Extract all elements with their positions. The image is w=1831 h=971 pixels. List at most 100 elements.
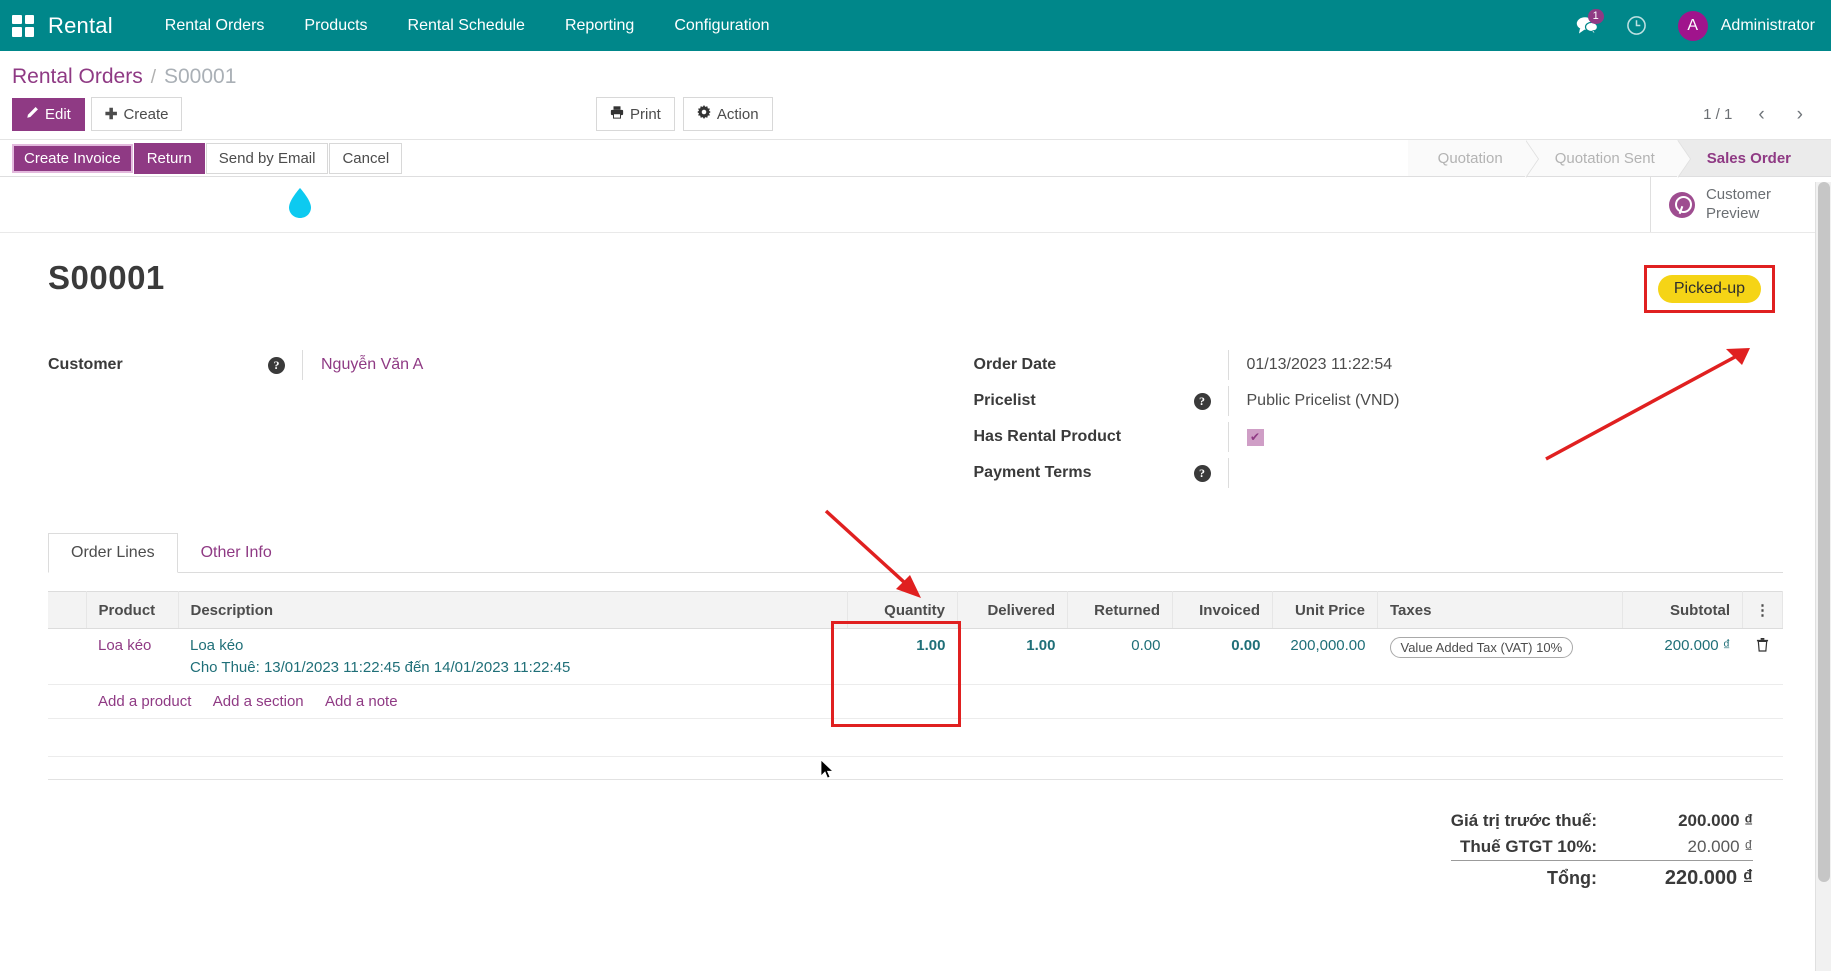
col-optional-fields-toggle[interactable]: ⋮ [1742, 591, 1783, 629]
totals-separator [48, 779, 1783, 780]
control-panel-center: Print Action [596, 97, 773, 131]
col-invoiced[interactable]: Invoiced [1172, 591, 1273, 629]
add-links-spacer [48, 684, 86, 719]
row-returned[interactable]: 0.00 [1067, 628, 1173, 685]
customer-preview-stat-button[interactable]: Customer Preview [1649, 177, 1797, 232]
nav-item-rental-orders[interactable]: Rental Orders [145, 0, 285, 51]
notebook-tabs: Order Lines Other Info [48, 533, 1783, 573]
has-rental-product-row: Has Rental Product ✔ [974, 419, 1784, 455]
col-unit-price[interactable]: Unit Price [1272, 591, 1378, 629]
stat-button-box: Customer Preview [0, 177, 1831, 233]
row-quantity[interactable]: 1.00 [847, 628, 958, 685]
breadcrumb-root-rental-orders[interactable]: Rental Orders [12, 65, 143, 89]
add-a-note-link[interactable]: Add a note [325, 693, 398, 710]
statusbar: Create Invoice Return Send by Email Canc… [0, 139, 1831, 178]
payment-terms-field[interactable] [1227, 458, 1784, 488]
return-button[interactable]: Return [133, 142, 205, 174]
has-rental-product-checkbox[interactable]: ✔ [1246, 428, 1264, 446]
row-description-rental-period: Cho Thuê: 13/01/2023 11:22:45 đến 14/01/… [190, 659, 571, 676]
row-description[interactable]: Loa kéo Cho Thuê: 13/01/2023 11:22:45 đế… [178, 628, 848, 685]
row-delivered[interactable]: 1.00 [957, 628, 1068, 685]
chevron-right-icon[interactable]: › [1791, 105, 1809, 124]
add-a-section-link[interactable]: Add a section [213, 693, 304, 710]
create-button[interactable]: ✚ Create [90, 97, 183, 131]
question-mark-icon[interactable]: ? [268, 356, 285, 374]
trash-icon[interactable] [1756, 638, 1769, 656]
statusbar-buttons: Create Invoice Return Send by Email Canc… [0, 140, 403, 176]
nav-item-products[interactable]: Products [284, 0, 387, 51]
odoo-drop-logo-icon [287, 187, 313, 219]
row-handle[interactable] [48, 628, 86, 685]
order-lines-header-row: Product Description Quantity Delivered R… [48, 591, 1783, 629]
statusbar-stages: Quotation Quotation Sent Sales Order [1407, 140, 1831, 178]
vertical-scrollbar[interactable] [1815, 182, 1831, 971]
table-row[interactable]: Loa kéo Loa kéo Cho Thuê: 13/01/2023 11:… [48, 628, 1783, 685]
row-invoiced[interactable]: 0.00 [1172, 628, 1273, 685]
col-quantity[interactable]: Quantity [847, 591, 958, 629]
col-returned[interactable]: Returned [1067, 591, 1173, 629]
totals-subtotal-value: 200.000 ₫ [1678, 811, 1753, 830]
vertical-scrollbar-thumb[interactable] [1818, 182, 1830, 882]
col-description[interactable]: Description [178, 591, 848, 629]
record-title-row: S00001 Picked-up [48, 259, 1783, 313]
clock-icon[interactable] [1614, 0, 1660, 51]
payment-terms-row: Payment Terms ? [974, 455, 1784, 491]
pricelist-field[interactable]: Public Pricelist (VND) [1227, 386, 1784, 416]
nav-item-configuration[interactable]: Configuration [654, 0, 789, 51]
messages-icon[interactable]: 1 [1564, 0, 1610, 51]
app-brand-rental[interactable]: Rental [48, 13, 113, 39]
globe-icon [1668, 191, 1695, 218]
col-delivered[interactable]: Delivered [957, 591, 1068, 629]
page-title: S00001 [48, 259, 165, 296]
plus-icon: ✚ [104, 106, 118, 123]
form-column-left: Customer ? Nguyễn Văn A [48, 347, 916, 491]
control-panel-left: Edit ✚ Create [12, 97, 183, 131]
stage-sales-order[interactable]: Sales Order [1676, 140, 1831, 176]
stage-quotation-sent[interactable]: Quotation Sent [1524, 140, 1691, 178]
row-delete-cell[interactable] [1742, 628, 1783, 685]
send-by-email-button[interactable]: Send by Email [205, 142, 329, 174]
pager-counter: 1 / 1 [1703, 105, 1733, 123]
tab-other-info[interactable]: Other Info [178, 533, 295, 573]
edit-button[interactable]: Edit [12, 97, 85, 131]
avatar[interactable]: A [1677, 10, 1708, 41]
pricelist-label: Pricelist [973, 392, 1036, 409]
pricelist-help: ? [1193, 392, 1228, 410]
chevron-left-icon[interactable]: ‹ [1752, 105, 1770, 124]
nav-item-rental-schedule[interactable]: Rental Schedule [388, 0, 545, 51]
order-date-field[interactable]: 01/13/2023 11:22:54 [1227, 350, 1784, 380]
row-description-main: Loa kéo [190, 637, 244, 654]
add-a-product-link[interactable]: Add a product [98, 693, 191, 710]
question-mark-icon[interactable]: ? [1193, 392, 1211, 410]
action-button-label: Action [716, 105, 759, 123]
row-taxes[interactable]: Value Added Tax (VAT) 10% [1377, 628, 1623, 685]
stage-quotation[interactable]: Quotation [1407, 140, 1539, 178]
totals-tax-row: Thuế GTGT 10%: 20.000 ₫ [1451, 834, 1753, 861]
create-invoice-button[interactable]: Create Invoice [12, 143, 133, 173]
user-menu-administrator[interactable]: Administrator [1721, 17, 1815, 35]
cancel-button[interactable]: Cancel [329, 142, 403, 174]
row-product[interactable]: Loa kéo [86, 628, 178, 685]
edit-button-label: Edit [45, 105, 71, 123]
customer-field[interactable]: Nguyễn Văn A [302, 350, 916, 380]
col-product[interactable]: Product [86, 591, 179, 629]
print-button[interactable]: Print [596, 97, 675, 131]
tab-order-lines[interactable]: Order Lines [48, 533, 178, 573]
messages-count-badge: 1 [1587, 9, 1604, 24]
totals-tax-label: Thuế GTGT 10%: [1460, 837, 1597, 856]
payment-terms-label: Payment Terms [973, 464, 1092, 481]
nav-item-reporting[interactable]: Reporting [545, 0, 654, 51]
print-button-label: Print [630, 105, 661, 123]
col-subtotal[interactable]: Subtotal [1622, 591, 1743, 629]
question-mark-icon[interactable]: ? [1193, 464, 1211, 482]
row-unit-price[interactable]: 200,000.00 [1272, 628, 1378, 685]
status-badge: Picked-up [1657, 275, 1761, 303]
row-product-link[interactable]: Loa kéo [98, 637, 151, 654]
action-button[interactable]: Action [682, 97, 773, 131]
breadcrumb-separator: / [150, 67, 156, 88]
red-box-around-picked-up-badge: Picked-up [1643, 265, 1775, 313]
col-taxes[interactable]: Taxes [1377, 591, 1623, 629]
has-rental-product-value: ✔ [1227, 422, 1784, 452]
row-tax-pill: Value Added Tax (VAT) 10% [1389, 637, 1574, 658]
apps-grid-icon[interactable] [12, 14, 34, 37]
